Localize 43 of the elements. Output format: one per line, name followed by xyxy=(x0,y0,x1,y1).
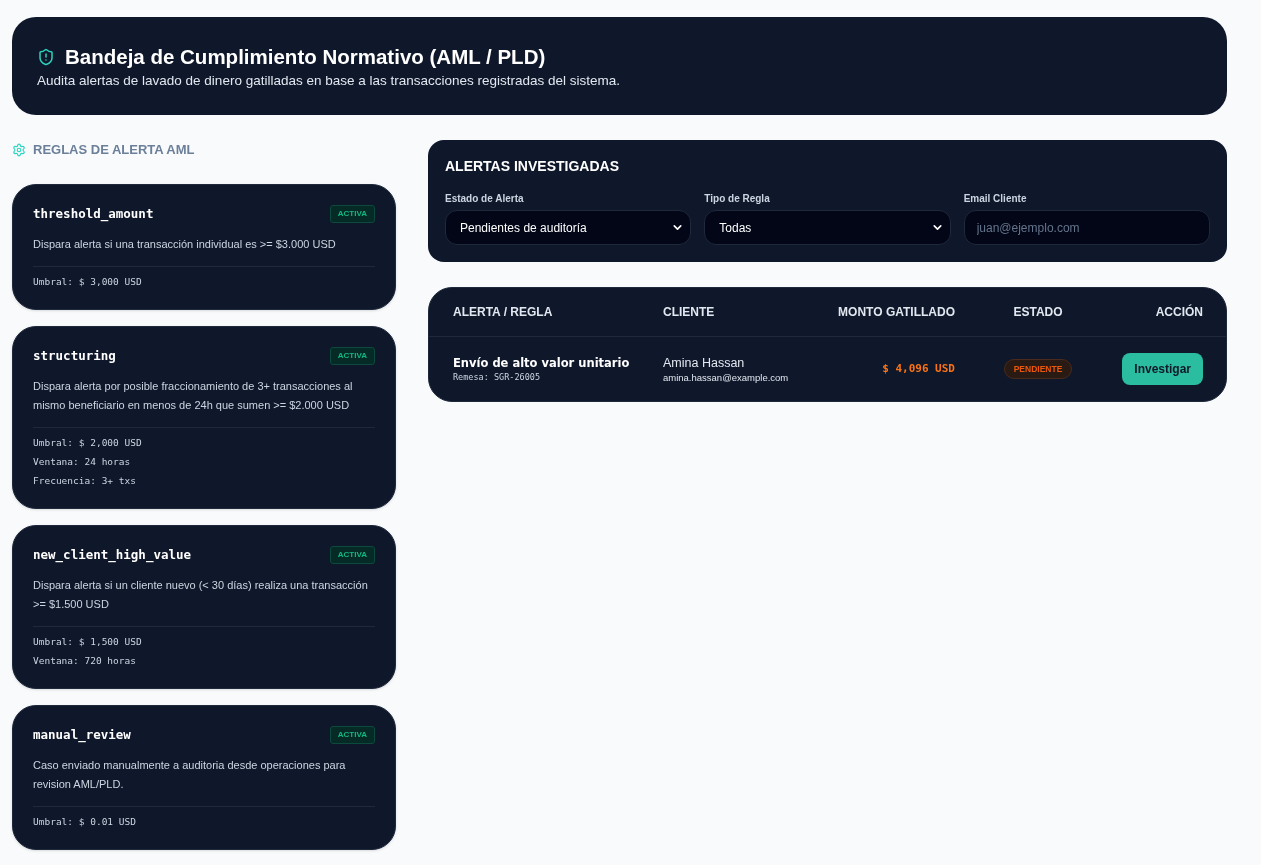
rule-name: threshold_amount xyxy=(33,204,154,224)
rule-name: new_client_high_value xyxy=(33,545,192,565)
status-badge: ACTIVA xyxy=(329,726,375,744)
rule-description: Dispara alerta si un cliente nuevo (< 30 días) realiza una transacción >= $1.500 USD xyxy=(33,578,369,612)
email-input-field[interactable]: juan@ejemplo.com xyxy=(963,210,1210,245)
shield-alert-icon xyxy=(37,48,55,66)
pending-status-badge: PENDIENTE xyxy=(1003,358,1073,380)
field-label: Email Cliente xyxy=(963,192,1027,206)
page-subtitle: Audita alertas de lavado de dinero gatilladas en base a las transacciones registradas del sistema. xyxy=(37,72,622,90)
rule-name: structuring xyxy=(33,346,116,365)
investigate-button[interactable]: Investigar xyxy=(1122,353,1203,385)
settings-icon xyxy=(12,143,26,157)
rule-description: Dispara alerta si una transacción individual es >= $3.000 USD xyxy=(33,237,337,252)
rule-description: Caso enviado manualmente a auditoria desde operaciones para revision AML/PLD. xyxy=(33,758,347,792)
alert-title: Envío de alto valor unitario xyxy=(453,355,630,371)
panel-title: ALERTAS INVESTIGADAS xyxy=(445,157,620,176)
client-name: Amina Hassan xyxy=(663,354,745,371)
column-header: ALERTA / REGLA xyxy=(453,304,554,321)
status-badge: ACTIVA xyxy=(329,205,375,223)
section-title: REGLAS DE ALERTA AML xyxy=(33,141,195,160)
rule-description: Dispara alerta por posible fraccionamiento de 3+ transacciones al mismo beneficiario en menos de 24h que sumen >= $2.000 USD xyxy=(33,379,354,413)
page-title: Bandeja de Cumplimiento Normativo (AML / PLD) xyxy=(65,43,546,70)
rule-parameter: Frecuencia: 3+ txs xyxy=(33,474,136,488)
rule-parameter: Ventana: 24 horas xyxy=(33,455,131,469)
rule-parameter: Umbral: $ 3,000 USD xyxy=(33,275,142,289)
column-header: MONTO GATILLADO xyxy=(837,304,955,321)
status-badge: ACTIVA xyxy=(329,347,375,365)
column-header: CLIENTE xyxy=(663,304,716,321)
rule-parameter: Umbral: $ 1,500 USD xyxy=(33,635,142,649)
alert-reference: Remesa: SGR-26005 xyxy=(453,370,540,383)
rule-parameter: Umbral: $ 2,000 USD xyxy=(33,436,142,450)
status-badge: ACTIVA xyxy=(329,546,375,564)
rule-parameter: Umbral: $ 0.01 USD xyxy=(33,815,136,829)
rule-parameter: Ventana: 720 horas xyxy=(33,654,136,668)
rule-name: manual_review xyxy=(33,725,131,745)
column-header: ESTADO xyxy=(1012,304,1064,321)
field-label: Tipo de Regla xyxy=(704,192,770,206)
column-header: ACCIÓN xyxy=(1154,303,1203,321)
client-email: amina.hassan@example.com xyxy=(663,370,789,384)
amount-cell-text: $ 4,096 USD xyxy=(882,360,955,377)
dropdown-select[interactable]: Pendientes de auditoría xyxy=(445,210,692,245)
field-label: Estado de Alerta xyxy=(445,192,524,206)
dropdown-select[interactable]: Todas xyxy=(704,210,951,245)
